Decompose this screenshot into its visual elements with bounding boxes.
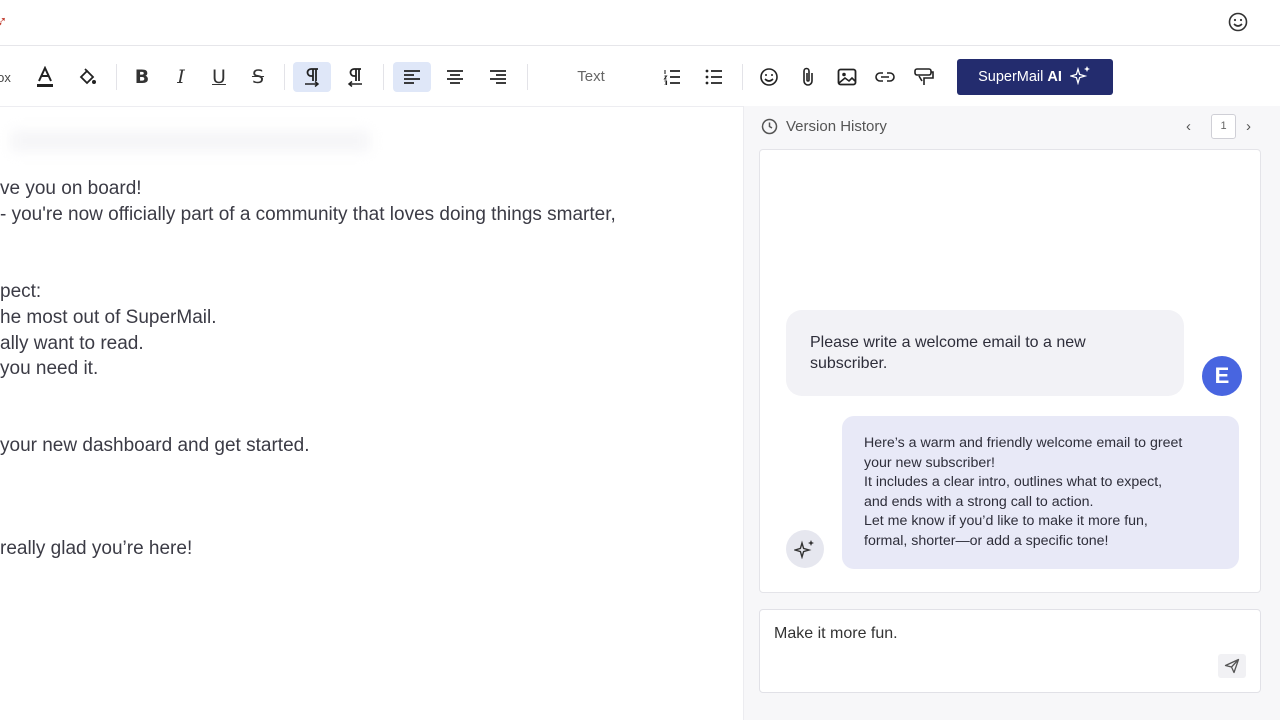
editor-line: pect: <box>0 281 42 302</box>
chat-history[interactable]: Please write a welcome email to a new su… <box>759 149 1261 593</box>
editor-line: he most out of SuperMail. <box>0 307 217 328</box>
toolbar-divider <box>116 64 117 90</box>
send-icon[interactable] <box>1218 654 1246 678</box>
version-history-title: Version History <box>786 118 887 135</box>
align-left-icon[interactable] <box>393 62 431 92</box>
ai-avatar-sparkle-icon <box>786 530 824 568</box>
ai-message: Here’s a warm and friendly welcome email… <box>842 416 1239 569</box>
font-color-icon[interactable] <box>30 62 60 92</box>
ai-button-label: SuperMail <box>978 69 1044 85</box>
ai-chat-panel: Version History ‹ 1 › Please write a wel… <box>743 106 1280 720</box>
toolbar-divider <box>383 64 384 90</box>
ai-button-label-bold: AI <box>1047 69 1062 85</box>
align-center-icon[interactable] <box>440 62 470 92</box>
clock-icon <box>761 118 778 140</box>
fill-color-icon[interactable] <box>72 62 102 92</box>
chat-input-value: Make it more fun. <box>774 625 898 642</box>
toolbar-divider <box>742 64 743 90</box>
editor-line: your new dashboard and get started. <box>0 435 310 456</box>
top-bar: ➶ <box>0 0 1280 46</box>
sparkle-icon <box>1068 65 1092 89</box>
rocket-icon: ➶ <box>0 14 8 31</box>
editor-line: ally want to read. <box>0 333 144 354</box>
image-icon[interactable] <box>832 62 862 92</box>
supermail-ai-button[interactable]: SuperMail AI <box>957 59 1113 95</box>
format-painter-icon[interactable] <box>908 62 940 92</box>
toolbar-divider <box>284 64 285 90</box>
italic-icon[interactable]: I <box>166 62 196 92</box>
editor-line: you need it. <box>0 358 99 379</box>
version-page-number: 1 <box>1211 114 1236 139</box>
toolbar-divider <box>527 64 528 90</box>
user-message: Please write a welcome email to a new su… <box>786 310 1184 396</box>
version-history-header: Version History ‹ 1 › <box>744 106 1280 148</box>
bold-icon[interactable]: B <box>127 62 157 92</box>
ai-message-line: your new subscriber! <box>864 454 995 471</box>
chevron-left-icon[interactable]: ‹ <box>1186 118 1191 135</box>
ltr-direction-icon[interactable] <box>293 62 331 92</box>
editor-line: - you're now officially part of a commun… <box>0 204 616 225</box>
ai-message-line: and ends with a strong call to action. <box>864 493 1094 510</box>
editor-line: really glad you’re here! <box>0 538 193 559</box>
rtl-direction-icon[interactable] <box>340 62 370 92</box>
partial-tool-label: ox <box>0 69 11 85</box>
align-right-icon[interactable] <box>483 62 513 92</box>
editor-line: ve you on board! <box>0 178 142 199</box>
ai-message-line: Let me know if you’d like to make it mor… <box>864 513 1148 529</box>
blurred-heading <box>10 130 370 152</box>
attachment-icon[interactable] <box>793 62 823 92</box>
emoji-icon[interactable] <box>1227 11 1249 33</box>
user-avatar: E <box>1202 356 1242 396</box>
ai-message-line: formal, shorter—or add a specific tone! <box>864 532 1109 549</box>
chevron-right-icon[interactable]: › <box>1246 118 1251 135</box>
ai-message-line: It includes a clear intro, outlines what… <box>864 474 1163 490</box>
ai-message-line: Here’s a warm and friendly welcome email… <box>864 435 1183 451</box>
bullet-list-icon[interactable] <box>699 62 729 92</box>
ordered-list-icon[interactable] <box>657 62 687 92</box>
emoji-insert-icon[interactable] <box>754 62 784 92</box>
strikethrough-icon[interactable]: S <box>243 62 273 92</box>
link-icon[interactable] <box>870 62 900 92</box>
underline-icon[interactable]: U <box>204 62 234 92</box>
chat-input[interactable]: Make it more fun. <box>759 609 1261 693</box>
text-style-select[interactable]: Text <box>560 62 622 92</box>
email-editor[interactable]: ve you on board! - you're now officially… <box>0 108 742 720</box>
